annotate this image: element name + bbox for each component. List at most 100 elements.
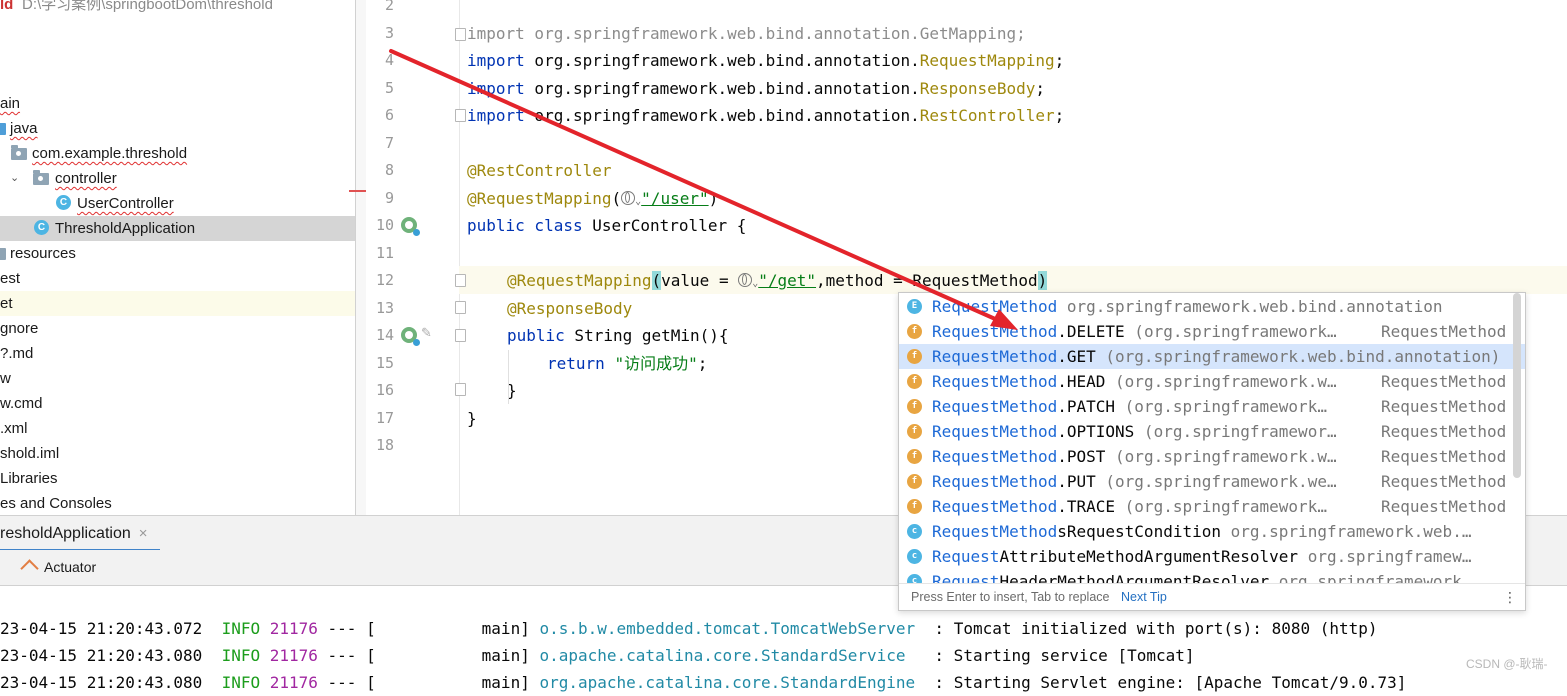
code-token: public class [467,216,583,235]
completion-item[interactable]: c RequestAttributeMethodArgumentResolver… [899,544,1525,569]
completion-match: RequestMethod [932,522,1058,541]
field-icon: f [907,449,922,464]
actuator-tab[interactable]: Actuator [22,550,96,585]
code-line-9[interactable]: @RequestMapping(⌄"/user") [467,185,718,212]
completion-item[interactable]: E RequestMethod org.springframework.web.… [899,294,1525,319]
completion-package: org.springframework.web.… [1221,522,1472,541]
fold-marker-icon[interactable] [455,329,466,342]
completion-item[interactable]: f RequestMethod.PUT (org.springframework… [899,469,1525,494]
code-line-12[interactable]: @RequestMapping(value = ⌄"/get",method =… [507,267,1048,294]
completion-match: RequestMethod [932,497,1058,516]
code-token: GetMapping [919,24,1017,43]
tree-item-resources[interactable]: resources [0,241,355,266]
completion-item[interactable]: f RequestMethod.POST (org.springframewor… [899,444,1525,469]
completion-item[interactable]: f RequestMethod.OPTIONS (org.springframe… [899,419,1525,444]
code-line-17[interactable]: } [467,405,477,432]
tree-item-label: controller [55,170,117,187]
run-tab[interactable]: resholdApplication × [0,516,160,552]
code-token: @RequestMapping [507,271,652,290]
log-logger: org.apache.catalina.core.StandardEngine [539,673,916,692]
chevron-down-icon[interactable]: ⌄ [10,166,19,191]
more-options-icon[interactable]: ⋮ [1503,584,1517,610]
tree-item-java[interactable]: java [0,116,355,141]
code-completion-popup: E RequestMethod org.springframework.web.… [898,292,1526,611]
spring-mapping-gutter-icon[interactable] [401,327,420,346]
code-line-13[interactable]: @ResponseBody [507,295,632,322]
tree-item-label: ain [0,95,21,112]
line-number: 15 [375,354,394,372]
completion-scrollbar[interactable] [1513,293,1521,478]
log-level: INFO [221,673,261,692]
completion-package: org.springframew… [1298,547,1472,566]
completion-item[interactable]: f RequestMethod.PATCH (org.springframewo… [899,394,1525,419]
fold-marker-icon[interactable] [455,28,466,41]
line-number: 18 [375,436,394,454]
tree-item-iml[interactable]: shold.iml [0,441,355,466]
line-number: 11 [375,244,394,262]
field-icon: f [907,499,922,514]
tree-item-scratches[interactable]: es and Consoles [0,491,355,515]
completion-item[interactable]: f RequestMethod.DELETE (org.springframew… [899,319,1525,344]
tree-scrollbar[interactable] [356,0,366,515]
fold-marker-icon[interactable] [455,274,466,287]
tree-item-usercontroller[interactable]: C UserController [0,191,355,216]
code-line-5[interactable]: import org.springframework.web.bind.anno… [467,75,1045,102]
code-line-10[interactable]: public class UserController { [467,212,746,239]
package-icon [33,170,49,185]
code-line-15[interactable]: return "访问成功"; [547,350,707,377]
tree-item-external-libraries[interactable]: Libraries [0,466,355,491]
tree-item-label: resources [10,245,76,262]
completion-match: RequestMethod [932,322,1058,341]
log-message: : Starting Servlet engine: [Apache Tomca… [915,673,1407,692]
log-sep: --- [ [317,619,376,638]
tree-item-label: com.example.threshold [32,145,188,162]
spring-bean-gutter-icon[interactable] [401,217,420,236]
tree-item-pom-xml[interactable]: .xml [0,416,355,441]
code-line-8[interactable]: @RestController [467,157,612,184]
fold-marker-icon[interactable] [455,109,466,122]
globe-icon[interactable] [621,191,636,205]
tree-item-thresholdapplication[interactable]: C ThresholdApplication [0,216,355,241]
tree-item-controller[interactable]: ⌄ controller [0,166,355,191]
tree-item-help-md[interactable]: ?.md [0,341,355,366]
completion-package: (org.springframework.w… [1105,372,1337,391]
code-line-4[interactable]: import org.springframework.web.bind.anno… [467,47,1064,74]
completion-item[interactable]: c RequestMethodsRequestCondition org.spr… [899,519,1525,544]
code-token: ,method = RequestMethod [816,271,1038,290]
code-line-3[interactable]: import org.springframework.web.bind.anno… [467,20,1026,47]
tree-item-label: et [0,295,13,312]
completion-item-selected[interactable]: f RequestMethod.GET (org.springframework… [899,344,1525,369]
completion-item[interactable]: f RequestMethod.TRACE (org.springframewo… [899,494,1525,519]
error-stripe-mark [349,190,366,192]
tree-item-label: shold.iml [0,445,60,462]
completion-type: RequestMethod [1381,447,1507,466]
tree-item-label: ThresholdApplication [55,220,196,237]
code-line-14[interactable]: public String getMin(){ [507,322,729,349]
log-time: 23-04-15 21:20:43.072 [0,619,203,638]
fold-marker-icon[interactable] [455,301,466,314]
tree-item-target[interactable]: et [0,291,355,316]
tree-item-test[interactable]: est [0,266,355,291]
code-token: RestController [919,106,1055,125]
completion-suffix: .HEAD [1057,372,1106,391]
tree-item-package[interactable]: com.example.threshold [0,141,355,166]
code-line-6[interactable]: import org.springframework.web.bind.anno… [467,102,1064,129]
tree-item-gitignore[interactable]: gnore [0,316,355,341]
tree-item-label: Libraries [0,470,58,487]
completion-package: (org.springframework… [1115,497,1327,516]
completion-item[interactable]: f RequestMethod.HEAD (org.springframewor… [899,369,1525,394]
tree-item-mvnw[interactable]: w [0,366,355,391]
close-icon[interactable]: × [139,525,148,542]
tree-root-path: D:\学习案例\springbootDom\threshold [22,0,273,13]
request-edit-icon[interactable]: ✎ [421,325,432,341]
completion-type: RequestMethod [1381,472,1507,491]
completion-suffix: .TRACE [1057,497,1116,516]
tree-item-main[interactable]: ain [0,91,355,116]
fold-marker-icon[interactable] [455,383,466,396]
field-icon: f [907,474,922,489]
completion-type: RequestMethod [1381,497,1507,516]
tree-root-row[interactable]: ld D:\学习案例\springbootDom\threshold [0,0,355,17]
tree-item-mvnw-cmd[interactable]: w.cmd [0,391,355,416]
next-tip-link[interactable]: Next Tip [1121,590,1167,604]
globe-icon[interactable] [738,273,753,287]
